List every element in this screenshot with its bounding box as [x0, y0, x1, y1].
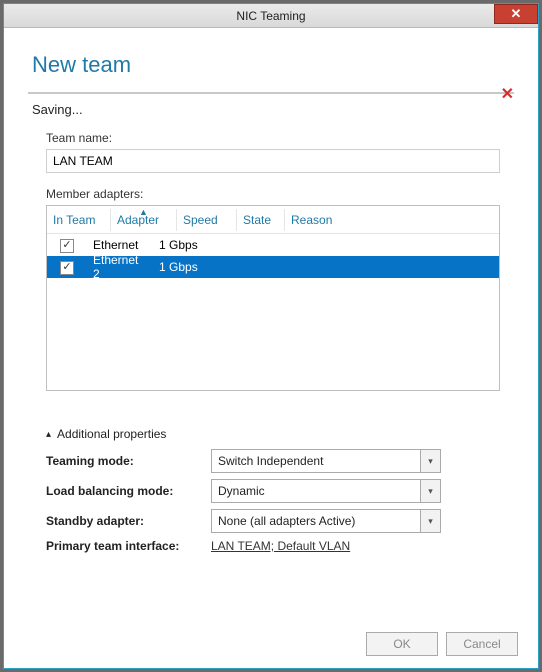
nic-teaming-window: NIC Teaming ✕ New team ✕ Saving... Team … [3, 3, 539, 669]
divider [28, 92, 514, 94]
member-adapters-grid: In Team ▲ Adapter Speed State Reason ✓ E… [46, 205, 500, 391]
grid-header: In Team ▲ Adapter Speed State Reason [47, 206, 499, 234]
sort-asc-icon: ▲ [139, 207, 148, 217]
col-in-team[interactable]: In Team [47, 209, 111, 231]
status-text: Saving... [32, 102, 514, 117]
standby-adapter-value: None (all adapters Active) [218, 514, 355, 528]
row-reason [261, 263, 499, 271]
load-balancing-dropdown-button[interactable]: ▾ [421, 479, 441, 503]
checkbox-icon[interactable]: ✓ [60, 239, 74, 253]
row-check-cell: ✓ [47, 255, 87, 279]
additional-properties-toggle[interactable]: ▴ Additional properties [46, 427, 514, 441]
standby-adapter-row: Standby adapter: None (all adapters Acti… [46, 509, 514, 533]
chevron-down-icon: ▾ [428, 456, 433, 467]
checkbox-icon[interactable]: ✓ [60, 261, 74, 275]
col-adapter[interactable]: ▲ Adapter [111, 209, 177, 231]
chevron-down-icon: ▾ [428, 516, 433, 527]
content-area: New team ✕ Saving... Team name: Member a… [4, 28, 538, 565]
standby-adapter-dropdown-button[interactable]: ▾ [421, 509, 441, 533]
row-speed: 1 Gbps [153, 234, 213, 256]
team-name-label: Team name: [46, 131, 514, 145]
col-state[interactable]: State [237, 209, 285, 231]
primary-interface-label: Primary team interface: [46, 539, 211, 553]
standby-adapter-select[interactable]: None (all adapters Active) [211, 509, 421, 533]
teaming-mode-label: Teaming mode: [46, 454, 211, 468]
teaming-mode-row: Teaming mode: Switch Independent ▾ [46, 449, 514, 473]
row-state [213, 241, 261, 249]
table-row[interactable]: ✓ Ethernet 2 1 Gbps [47, 256, 499, 278]
standby-adapter-label: Standby adapter: [46, 514, 211, 528]
page-title: New team [32, 52, 514, 78]
chevron-down-icon: ▾ [428, 486, 433, 497]
load-balancing-select[interactable]: Dynamic [211, 479, 421, 503]
teaming-mode-dropdown-button[interactable]: ▾ [421, 449, 441, 473]
load-balancing-label: Load balancing mode: [46, 484, 211, 498]
close-button[interactable]: ✕ [494, 4, 538, 24]
divider-row: ✕ [28, 88, 514, 96]
close-icon: ✕ [511, 6, 522, 22]
row-adapter: Ethernet 2 [87, 249, 153, 285]
load-balancing-row: Load balancing mode: Dynamic ▾ [46, 479, 514, 503]
ok-button[interactable]: OK [366, 632, 438, 656]
teaming-mode-select[interactable]: Switch Independent [211, 449, 421, 473]
row-speed: 1 Gbps [153, 256, 213, 278]
col-adapter-label: Adapter [117, 213, 159, 227]
dismiss-x-icon[interactable]: ✕ [501, 84, 514, 104]
member-adapters-label: Member adapters: [46, 187, 514, 201]
row-reason [261, 241, 499, 249]
primary-interface-row: Primary team interface: LAN TEAM; Defaul… [46, 539, 514, 553]
dialog-buttons: OK Cancel [366, 632, 518, 656]
row-state [213, 263, 261, 271]
load-balancing-value: Dynamic [218, 484, 265, 498]
chevron-up-icon: ▴ [46, 429, 51, 440]
team-name-input[interactable] [46, 149, 500, 173]
cancel-button[interactable]: Cancel [446, 632, 518, 656]
window-title: NIC Teaming [4, 9, 538, 23]
primary-interface-link[interactable]: LAN TEAM; Default VLAN [211, 539, 350, 553]
additional-properties-label: Additional properties [57, 427, 166, 441]
col-reason[interactable]: Reason [285, 209, 499, 231]
col-speed[interactable]: Speed [177, 209, 237, 231]
teaming-mode-value: Switch Independent [218, 454, 323, 468]
row-check-cell: ✓ [47, 233, 87, 257]
titlebar[interactable]: NIC Teaming ✕ [4, 4, 538, 28]
